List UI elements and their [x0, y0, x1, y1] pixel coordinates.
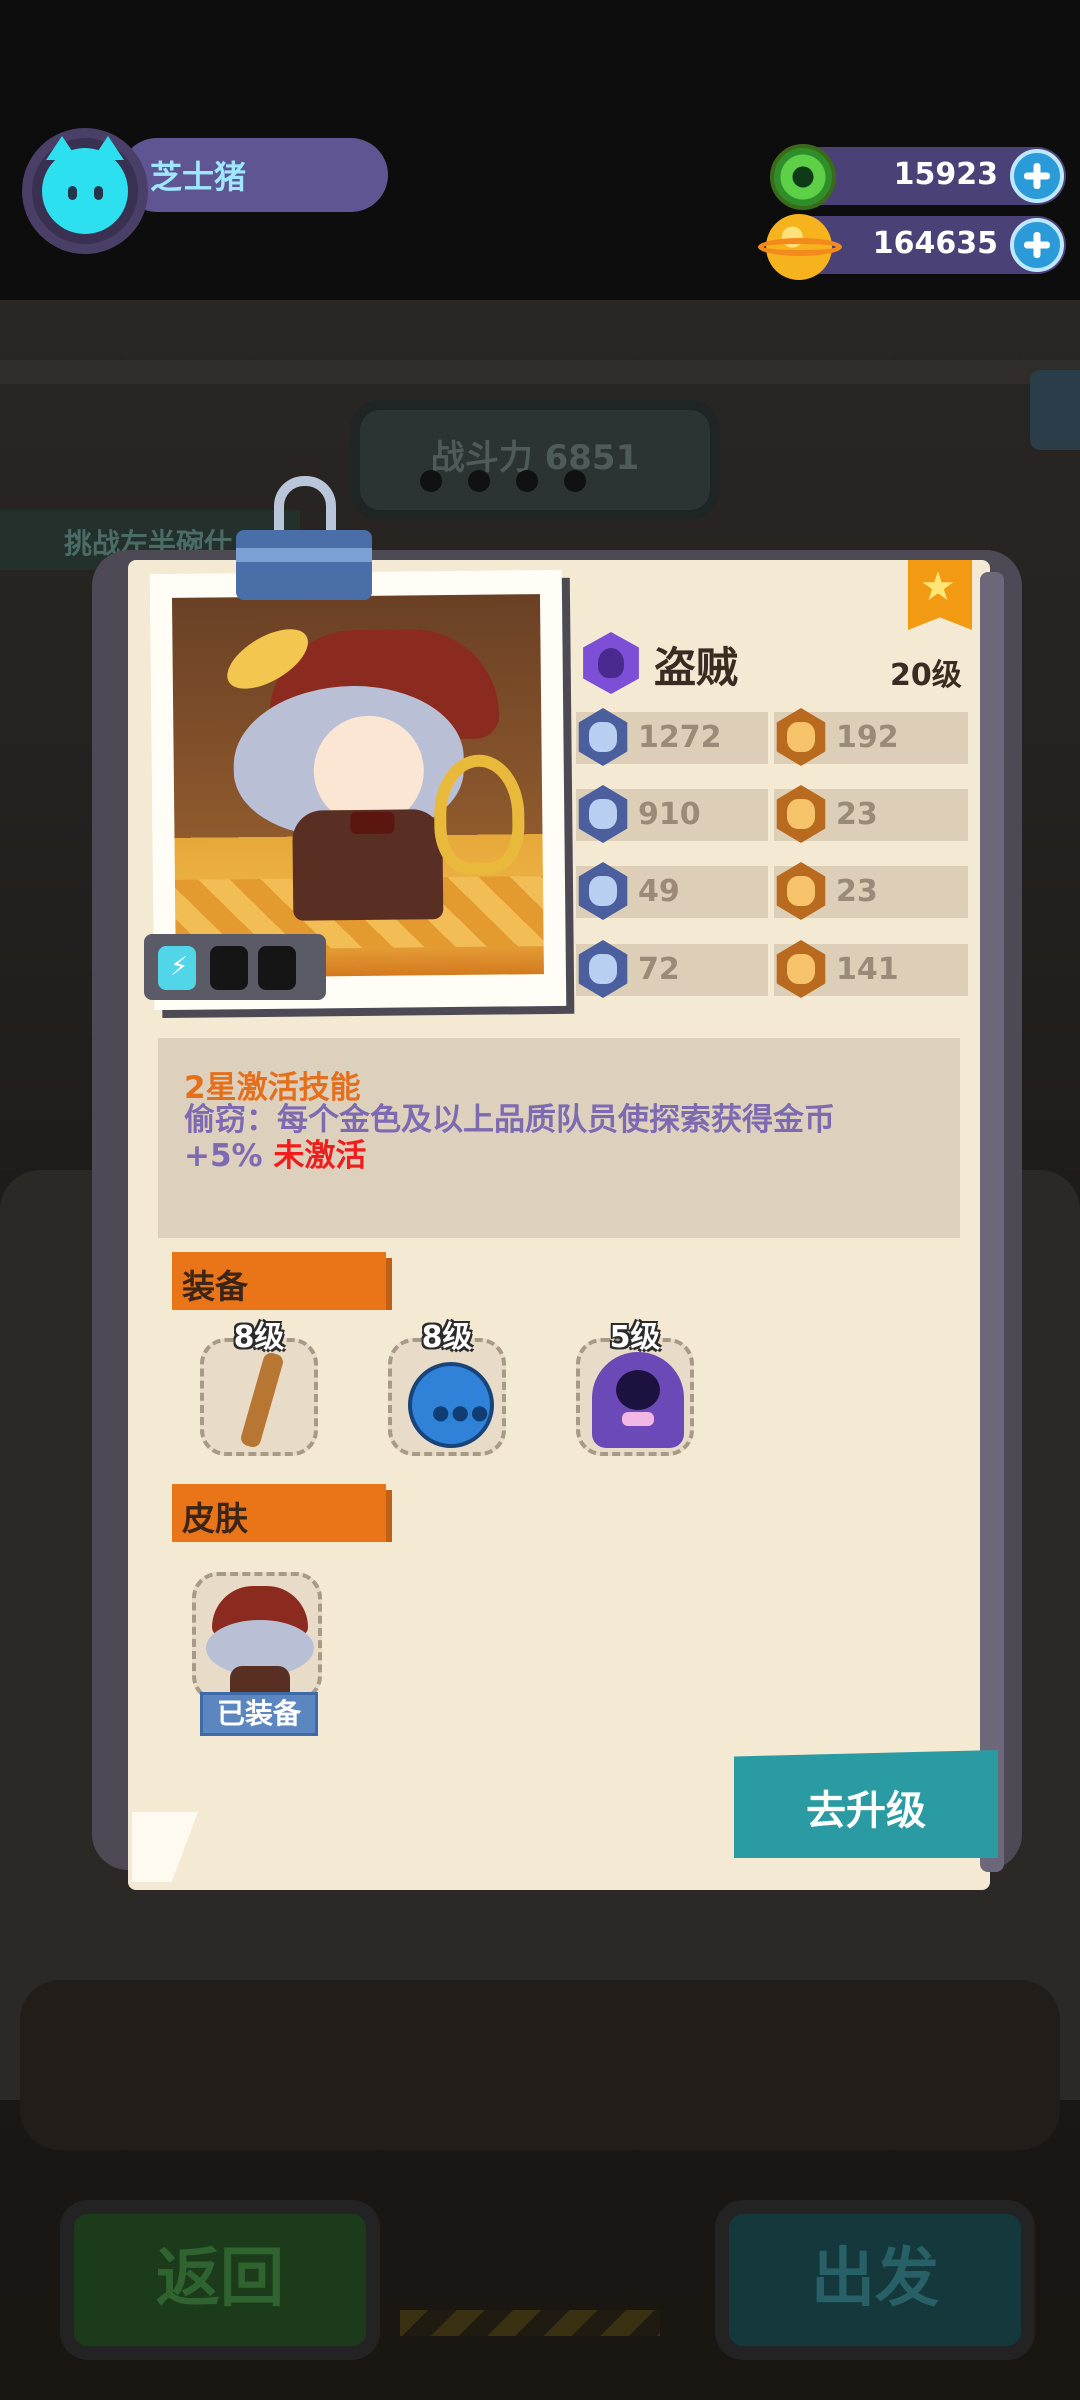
back-label: 返回: [156, 2242, 284, 2316]
add-gems-button[interactable]: [1010, 149, 1064, 203]
skill-panel: 2星激活技能 偷窃：每个金色及以上品质队员使探索获得金币 +5% 未激活: [158, 1038, 960, 1238]
gold-value: 164635: [872, 226, 998, 261]
binder-clip: [236, 530, 372, 600]
avatar[interactable]: [22, 128, 148, 254]
star-slots: ⚡: [144, 934, 326, 1000]
planet-ring: [758, 238, 842, 256]
heart-icon: [578, 708, 628, 766]
skill-title: 2星激活技能: [184, 1070, 361, 1106]
skin-header: 皮肤: [172, 1484, 392, 1542]
rocket-icon: [578, 785, 628, 843]
fist-icon: [776, 708, 826, 766]
stat-anchor: 72: [576, 940, 768, 998]
skill-state: 未激活: [273, 1138, 367, 1174]
brain-icon: [776, 940, 826, 998]
player-name-pill[interactable]: 芝士猪: [120, 138, 388, 212]
stat-attack: 192: [774, 708, 968, 766]
stat-luck: 23: [774, 785, 968, 843]
equipment-level: 5级: [609, 1320, 661, 1355]
empty-slot: [210, 946, 248, 990]
equipped-badge: 已装备: [200, 1692, 318, 1736]
flute-icon: [239, 1351, 285, 1449]
depart-label: 出发: [811, 2242, 939, 2316]
smile-icon: [776, 785, 826, 843]
lyre-icon: [433, 754, 525, 876]
equipment-level: 8级: [233, 1320, 285, 1355]
power-display: 战斗力 6851: [350, 400, 720, 520]
share-tab[interactable]: [1030, 370, 1080, 450]
energy-slot-icon: ⚡: [158, 946, 196, 990]
blue-potion-icon: ●●●: [408, 1362, 494, 1448]
hazard-stripe: [400, 2310, 660, 2336]
page-dots: [420, 470, 612, 496]
hero-class: 盗贼: [654, 643, 739, 692]
stat-intelligence: 141: [774, 940, 968, 998]
empty-slot: [258, 946, 296, 990]
anchor-icon: [578, 940, 628, 998]
player-name: 芝士猪: [150, 158, 247, 196]
equipment-label: 装备: [182, 1267, 248, 1306]
green-gem-icon: [770, 144, 836, 210]
background-book-base: [20, 1980, 1060, 2150]
card-edge: [980, 572, 1004, 1872]
shield-icon: [578, 862, 628, 920]
back-button[interactable]: 返回: [60, 2200, 380, 2360]
depart-button[interactable]: 出发: [715, 2200, 1035, 2360]
upgrade-button[interactable]: 去升级: [734, 1750, 998, 1858]
skin-label: 皮肤: [182, 1499, 248, 1538]
stat-hp: 1272: [576, 708, 768, 766]
equipped-label: 已装备: [216, 1697, 301, 1730]
add-gold-button[interactable]: [1010, 218, 1064, 272]
stat-defense: 49: [576, 862, 768, 920]
equipment-header: 装备: [172, 1252, 392, 1310]
cat-avatar-icon: [42, 136, 128, 234]
upgrade-label: 去升级: [806, 1788, 926, 1834]
skin-slot[interactable]: [192, 1572, 322, 1702]
purple-cloak-icon: [592, 1352, 684, 1448]
gem-value: 15923: [893, 157, 998, 192]
stat-speed: 910: [576, 785, 768, 843]
skill-description: 偷窃：每个金色及以上品质队员使探索获得金币 +5% 未激活: [184, 1102, 835, 1174]
hero-illustration: [171, 594, 544, 978]
background-rail: [0, 360, 1080, 384]
hero-level: 20级: [890, 658, 962, 693]
muscle-icon: [776, 862, 826, 920]
stat-strength: 23: [774, 862, 968, 920]
equipment-level: 8级: [421, 1320, 473, 1355]
